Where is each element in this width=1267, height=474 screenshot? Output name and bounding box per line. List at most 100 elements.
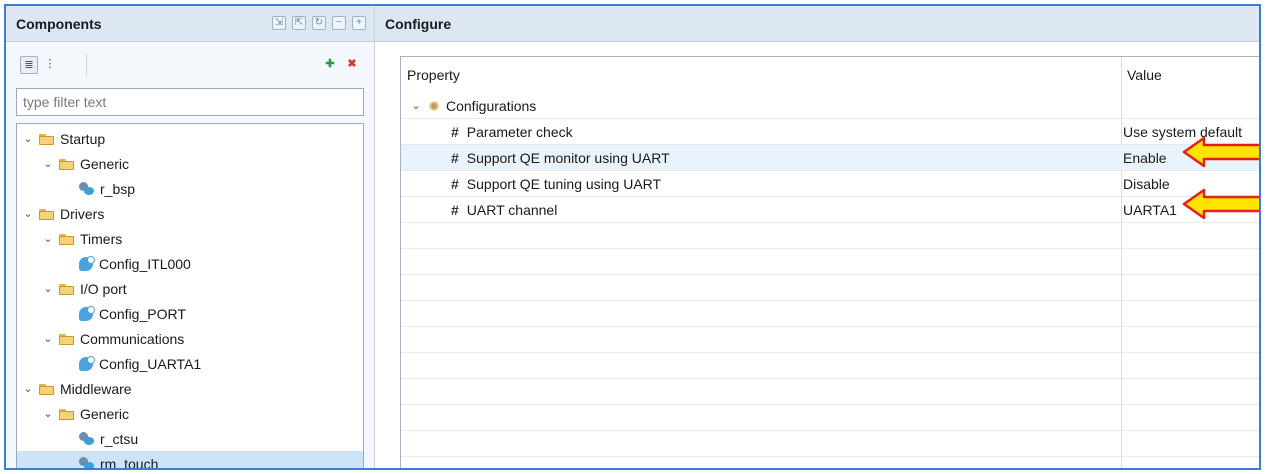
tree-node-config-itl000[interactable]: Config_ITL000 — [17, 251, 363, 276]
hash-icon: # — [451, 175, 459, 192]
filter-input[interactable] — [16, 88, 364, 116]
chevron-down-icon[interactable]: ⌄ — [41, 232, 55, 245]
import-icon[interactable]: ⇲ — [272, 16, 286, 30]
table-row[interactable]: # Support QE tuning using UART Disable — [401, 171, 1259, 197]
table-row-empty — [401, 431, 1259, 457]
toolbar-divider — [86, 54, 87, 76]
config-icon — [79, 355, 95, 371]
hash-icon: # — [451, 201, 459, 218]
property-name: Support QE monitor using UART — [466, 149, 670, 166]
tree-node-generic-middleware[interactable]: ⌄ Generic — [17, 401, 363, 426]
table-row-empty — [401, 353, 1259, 379]
module-icon — [79, 456, 95, 468]
hash-icon: # — [451, 149, 459, 166]
folder-icon — [59, 233, 75, 245]
remove-component-icon[interactable]: ✖ — [344, 56, 360, 72]
components-panel-header: Components ⇲ ⇱ ↻ − + — [6, 6, 374, 42]
components-panel: Components ⇲ ⇱ ↻ − + ≣ ⋮ ✚ ✖ ⌄Startu — [6, 6, 375, 468]
sync-icon[interactable]: ↻ — [312, 16, 326, 30]
property-cell: # Support QE tuning using UART — [451, 171, 661, 196]
table-row[interactable]: # Support QE monitor using UART Enable — [401, 145, 1259, 171]
chevron-down-icon[interactable]: ⌄ — [41, 157, 55, 170]
chevron-down-icon[interactable]: ⌄ — [409, 99, 423, 112]
value-cell[interactable]: UARTA1 — [1123, 197, 1177, 222]
tree-node-startup[interactable]: ⌄ Startup — [17, 126, 363, 151]
folder-icon — [59, 158, 75, 170]
configure-panel-header: Configure — [375, 6, 1259, 42]
table-row-empty — [401, 223, 1259, 249]
folder-icon — [59, 333, 75, 345]
tree-node-rm-touch[interactable]: rm_touch — [17, 451, 363, 468]
components-tree: ⌄ Startup ⌄ Generic r_bsp ⌄ Drivers ⌄ Timers… — [16, 123, 364, 468]
configure-panel-title: Configure — [385, 15, 452, 32]
value-cell[interactable]: Enable — [1123, 145, 1167, 170]
property-table: Property Value ⌄ Configurations # Paramete… — [400, 56, 1259, 468]
components-panel-title: Components — [16, 15, 102, 32]
tree-node-generic[interactable]: ⌄ Generic — [17, 151, 363, 176]
property-cell: # Support QE monitor using UART — [451, 145, 670, 170]
column-header-property[interactable]: Property — [407, 57, 1107, 93]
column-header-value[interactable]: Value — [1127, 57, 1259, 93]
table-row-empty — [401, 327, 1259, 353]
property-cell: # UART channel — [451, 197, 557, 222]
tree-node-drivers[interactable]: ⌄ Drivers — [17, 201, 363, 226]
collapse-all-icon[interactable]: − — [332, 16, 346, 30]
property-cell: ⌄ Configurations — [409, 93, 536, 118]
table-row-configurations[interactable]: ⌄ Configurations — [401, 93, 1259, 119]
module-icon — [79, 431, 95, 446]
table-row-empty — [401, 457, 1259, 468]
property-value: Disable — [1123, 175, 1170, 192]
table-row[interactable]: # Parameter check Use system default — [401, 119, 1259, 145]
property-cell: # Parameter check — [451, 119, 573, 144]
property-name: UART channel — [466, 201, 558, 218]
annotation-arrow-enable — [1182, 136, 1259, 168]
tree-node-communications[interactable]: ⌄ Communications — [17, 326, 363, 351]
config-icon — [79, 305, 95, 321]
module-icon — [79, 181, 95, 196]
tree-node-r-ctsu[interactable]: r_ctsu — [17, 426, 363, 451]
folder-icon — [59, 283, 75, 295]
property-name: Parameter check — [466, 123, 573, 140]
tree-node-config-port[interactable]: Config_PORT — [17, 301, 363, 326]
chevron-down-icon[interactable]: ⌄ — [41, 282, 55, 295]
property-name: Support QE tuning using UART — [466, 175, 662, 192]
tree-node-middleware[interactable]: ⌄ Middleware — [17, 376, 363, 401]
table-row-empty — [401, 405, 1259, 431]
tree-node-r-bsp[interactable]: r_bsp — [17, 176, 363, 201]
folder-icon — [39, 133, 55, 145]
table-row[interactable]: # UART channel UARTA1 — [401, 197, 1259, 223]
table-row-empty — [401, 275, 1259, 301]
add-component-icon[interactable]: ✚ — [322, 56, 338, 72]
components-toolbar: ≣ ⋮ ✚ ✖ — [16, 50, 364, 80]
export-icon[interactable]: ⇱ — [292, 16, 306, 30]
category-view-icon[interactable]: ≣ — [20, 56, 38, 74]
expand-all-icon[interactable]: + — [352, 16, 366, 30]
tree-node-config-uarta1[interactable]: Config_UARTA1 — [17, 351, 363, 376]
group-label: Configurations — [446, 97, 537, 114]
chevron-down-icon[interactable]: ⌄ — [21, 382, 35, 395]
property-value: UARTA1 — [1123, 201, 1177, 218]
table-row-empty — [401, 379, 1259, 405]
folder-icon — [59, 408, 75, 420]
chevron-down-icon[interactable]: ⌄ — [21, 207, 35, 220]
folder-icon — [39, 208, 55, 220]
column-header-property-label: Property — [407, 67, 460, 83]
table-row-empty — [401, 301, 1259, 327]
column-header-value-label: Value — [1127, 67, 1162, 83]
property-value: Enable — [1123, 149, 1167, 166]
chevron-down-icon[interactable]: ⌄ — [41, 332, 55, 345]
tree-node-timers[interactable]: ⌄ Timers — [17, 226, 363, 251]
gear-icon — [429, 100, 439, 111]
configure-panel: Configure Property Value ⌄ Configurations… — [375, 6, 1259, 468]
table-row-empty — [401, 249, 1259, 275]
config-icon — [79, 255, 95, 271]
value-cell[interactable]: Disable — [1123, 171, 1170, 196]
chevron-down-icon[interactable]: ⌄ — [41, 407, 55, 420]
components-header-tools: ⇲ ⇱ ↻ − + — [272, 16, 366, 30]
app-frame: Components ⇲ ⇱ ↻ − + ≣ ⋮ ✚ ✖ ⌄Startu — [4, 4, 1261, 470]
hash-icon: # — [451, 123, 459, 140]
annotation-arrow-uart-channel — [1182, 188, 1259, 220]
chevron-down-icon[interactable]: ⌄ — [21, 132, 35, 145]
tree-node-io-port[interactable]: ⌄ I/O port — [17, 276, 363, 301]
hierarchy-view-icon[interactable]: ⋮ — [42, 56, 58, 72]
